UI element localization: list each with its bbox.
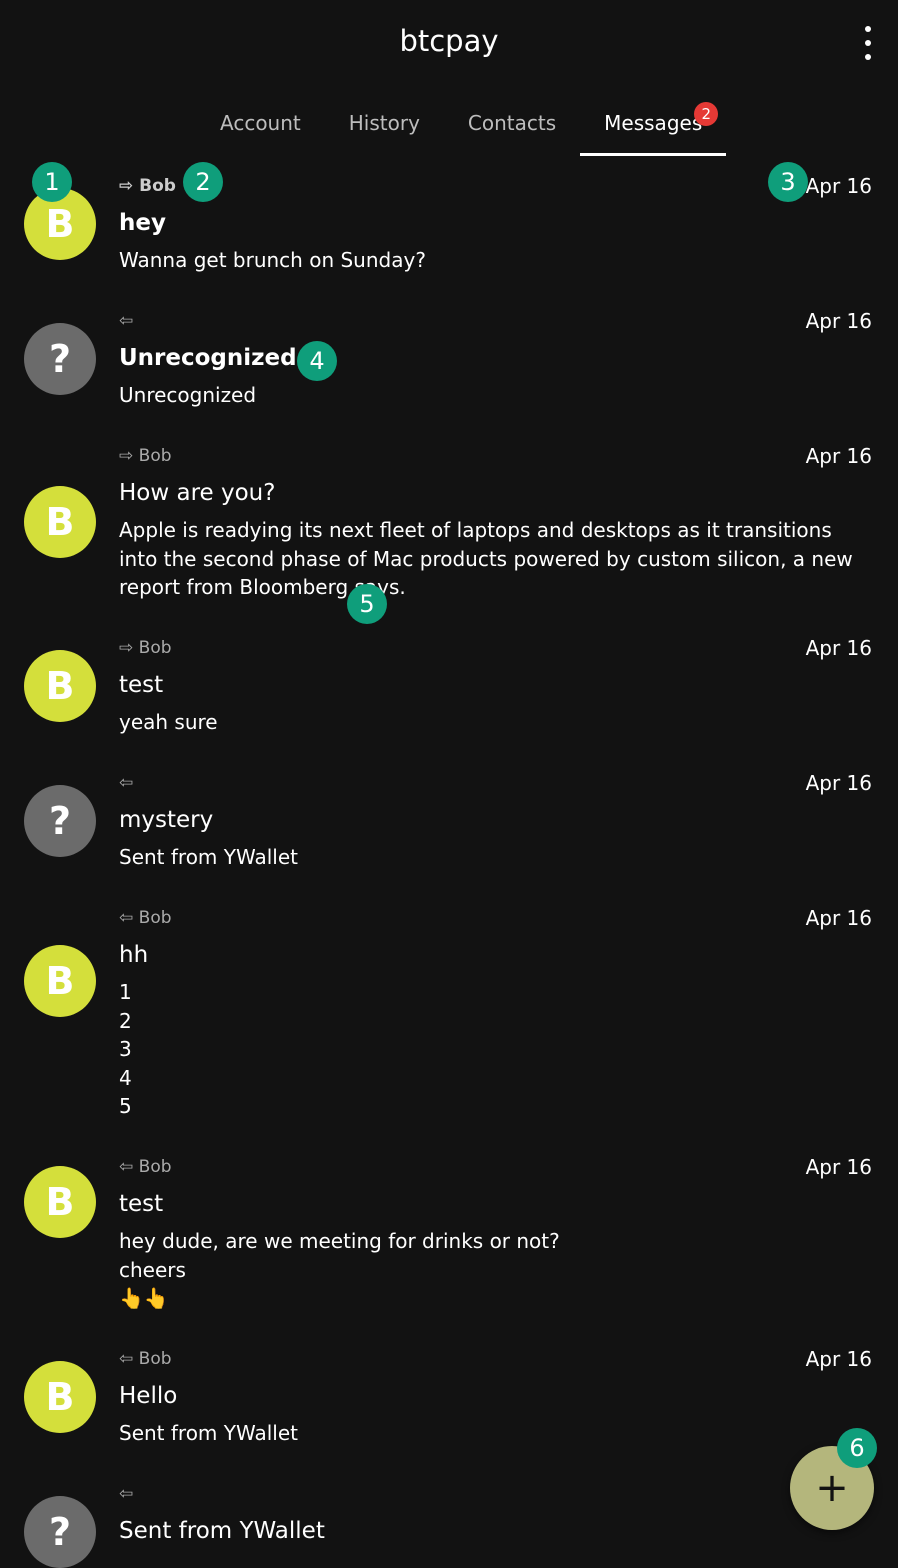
contact-name: Bob [138,638,172,658]
contact-name: Bob [138,446,172,466]
tab-account[interactable]: Account [196,90,325,156]
direction-icon: ⇦ [119,1157,134,1177]
message-meta: ⇦ Bob [119,1157,172,1177]
contact-name: Bob [139,176,176,196]
contact-name: Bob [138,908,172,928]
message-body: 1 2 3 4 5 [119,980,132,1118]
app-title: btcpay [399,24,499,58]
message-body: Sent from YWallet [119,1421,299,1445]
message-subject: hh [119,942,149,968]
message-meta: ⇨ Bob [119,638,172,658]
annotation-marker: 4 [297,341,337,381]
message-item[interactable]: B ⇨ Bob Apr 16 test yeah sure [0,618,898,753]
message-body: Apple is readying its next fleet of lapt… [119,518,853,599]
direction-icon: ⇦ [119,773,134,793]
message-item[interactable]: ? ⇦ Sent from YWallet [0,1464,898,1568]
avatar: ? [24,1496,96,1568]
tab-label: Messages [604,111,703,135]
message-date: Apr 16 [805,771,872,795]
annotation-marker: 5 [347,584,387,624]
message-date: Apr 16 [805,906,872,930]
message-body: Sent from YWallet [119,845,299,869]
annotation-marker: 3 [768,162,808,202]
avatar: B [24,650,96,722]
annotation-marker: 6 [837,1428,877,1468]
direction-icon: ⇦ [119,311,134,331]
avatar: B [24,1166,96,1238]
message-date: Apr 16 [805,1155,872,1179]
message-date: Apr 16 [805,174,872,198]
contact-name: Bob [138,1349,172,1369]
message-subject: mystery [119,807,214,833]
tab-history[interactable]: History [325,90,444,156]
message-meta: ⇦ Bob [119,1349,172,1369]
message-body: yeah sure [119,710,218,734]
tab-label: Contacts [467,111,557,135]
avatar: B [24,486,96,558]
tab-bar: Account History Contacts Messages 2 [196,90,727,156]
message-date: Apr 16 [805,444,872,468]
message-item[interactable]: ? ⇦ Apr 16 mystery Sent from YWallet [0,753,898,888]
message-subject: hey [119,210,166,236]
more-vert-icon[interactable] [856,26,880,60]
message-item[interactable]: B ⇦ Bob Apr 16 Hello Sent from YWallet [0,1329,898,1464]
direction-icon: ⇨ [119,638,134,658]
message-meta: ⇦ [119,1484,133,1504]
message-item[interactable]: B ⇦ Bob Apr 16 test hey dude, are we mee… [0,1137,898,1329]
message-body: hey dude, are we meeting for drinks or n… [119,1229,560,1310]
message-subject: Hello [119,1383,178,1409]
add-icon: + [815,1465,849,1511]
message-date: Apr 16 [805,1347,872,1371]
tab-label: History [348,111,420,135]
annotation-marker: 2 [183,162,223,202]
tab-messages[interactable]: Messages 2 [580,90,727,156]
message-meta: ⇦ Bob [119,908,172,928]
message-meta: ⇦ [119,773,133,793]
message-date: Apr 16 [805,309,872,333]
message-item[interactable]: B ⇨ Bob Apr 16 hey Wanna get brunch on S… [0,156,898,291]
message-subject: test [119,1191,164,1217]
message-body: Unrecognized [119,383,257,407]
message-list: B ⇨ Bob Apr 16 hey Wanna get brunch on S… [0,156,898,1568]
message-meta: ⇦ [119,311,133,331]
tab-label: Account [220,111,301,135]
avatar: B [24,945,96,1017]
avatar: ? [24,323,96,395]
annotation-marker: 1 [32,162,72,202]
message-date: Apr 16 [805,636,872,660]
message-subject: How are you? [119,480,276,506]
unread-badge: 2 [694,102,719,126]
message-subject: Sent from YWallet [119,1518,325,1544]
message-item[interactable]: B ⇦ Bob Apr 16 hh 1 2 3 4 5 [0,888,898,1137]
direction-icon: ⇦ [119,1349,134,1369]
app-bar: btcpay [0,0,898,90]
direction-icon: ⇦ [119,908,134,928]
message-meta: ⇨ Bob [119,446,172,466]
message-item[interactable]: B ⇨ Bob Apr 16 How are you? Apple is rea… [0,426,898,618]
message-meta: ⇨ Bob [119,176,176,196]
message-body: Wanna get brunch on Sunday? [119,248,426,272]
avatar: ? [24,785,96,857]
direction-icon: ⇨ [119,446,134,466]
direction-icon: ⇨ [119,176,134,196]
direction-icon: ⇦ [119,1484,134,1504]
contact-name: Bob [138,1157,172,1177]
tab-contacts[interactable]: Contacts [444,90,580,156]
message-subject: test [119,672,164,698]
message-subject: Unrecognized [119,345,297,371]
avatar: B [24,1361,96,1433]
message-item[interactable]: ? ⇦ Apr 16 Unrecognized Unrecognized [0,291,898,426]
